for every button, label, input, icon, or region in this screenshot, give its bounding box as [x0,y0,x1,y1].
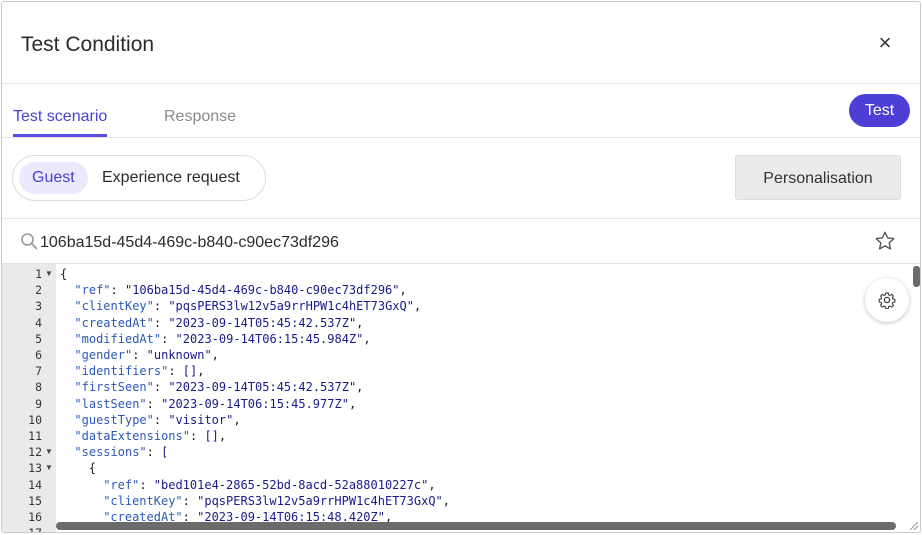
line-number: 2 [35,283,42,298]
line-number: 16 [28,510,42,524]
line-number: 13 [28,461,42,476]
vertical-scrollbar[interactable] [913,266,920,516]
test-button[interactable]: Test [849,94,910,127]
code-line: "sessions": [ [74,445,169,460]
scenario-toolbar: Guest Experience request Personalisation [2,139,920,219]
fold-toggle-icon[interactable]: ▼ [45,266,53,282]
line-number: 12 [28,445,42,460]
line-number: 15 [28,493,42,508]
editor-settings-button[interactable] [865,278,909,322]
vertical-scroll-thumb[interactable] [913,266,920,287]
resize-handle-icon[interactable] [908,520,918,530]
code-line: "ref": "bed101e4-2865-52bd-8acd-52a88010… [103,477,436,492]
segment-experience-request[interactable]: Experience request [89,162,253,194]
segment-guest[interactable]: Guest [19,162,88,194]
tab-test-scenario[interactable]: Test scenario [13,108,108,137]
code-line: "clientKey": "pqsPERS3lw12v5a9rrHPW1c4hE… [74,299,422,314]
dialog-title: Test Condition [21,33,155,56]
code-line: "createdAt": "2023-09-14T05:45:42.537Z", [74,315,364,330]
line-number: 14 [28,477,42,492]
search-icon [21,233,38,250]
code-line: "modifiedAt": "2023-09-14T06:15:45.984Z"… [74,331,371,346]
fold-toggle-icon[interactable]: ▼ [45,444,53,460]
personalisation-button[interactable]: Personalisation [735,155,901,200]
line-number: 1 [35,267,42,281]
guest-search-input[interactable] [40,232,820,254]
code-line: "lastSeen": "2023-09-14T06:15:45.977Z", [74,396,357,411]
tab-response[interactable]: Response [164,108,236,126]
code-line: "identifiers": [], [74,364,205,379]
line-number: 11 [28,429,42,443]
horizontal-scroll-thumb[interactable] [56,522,896,530]
line-number: 6 [35,348,42,362]
line-number: 10 [28,412,42,427]
horizontal-scrollbar[interactable] [56,522,902,530]
line-number: 9 [35,396,42,411]
line-number: 3 [35,299,42,314]
line-number: 17 [2,525,42,532]
code-line: "gender": "unknown", [74,348,219,362]
line-number-gutter: 1▼23456789101112▼13▼14151617 [2,264,56,532]
star-icon[interactable] [874,230,896,252]
line-number: 4 [35,315,42,330]
code-line: "guestType": "visitor", [74,412,241,427]
line-number: 5 [35,331,42,346]
code-line: "firstSeen": "2023-09-14T05:45:42.537Z", [74,380,364,395]
code-line: "dataExtensions": [], [74,429,227,443]
code-line: { [60,267,68,281]
line-number: 7 [35,364,42,379]
close-icon: × [878,30,892,55]
line-number: 8 [35,380,42,395]
tab-bar: Test scenario Response Test [2,84,920,138]
gear-icon [878,292,896,309]
scenario-type-toggle: Guest Experience request [12,155,266,201]
code-line: "ref": "106ba15d-45d4-469c-b840-c90ec73d… [74,283,407,298]
code-line: "clientKey": "pqsPERS3lw12v5a9rrHPW1c4hE… [103,493,450,508]
code-line: { [88,461,97,476]
dialog-header: Test Condition × [2,2,920,84]
test-condition-dialog: Test Condition × Test scenario Response … [1,1,921,533]
close-button[interactable]: × [876,32,894,54]
fold-toggle-icon[interactable]: ▼ [45,460,53,476]
json-editor[interactable]: 1▼23456789101112▼13▼14151617 {"ref": "10… [2,264,920,532]
guest-search-bar [2,220,920,264]
